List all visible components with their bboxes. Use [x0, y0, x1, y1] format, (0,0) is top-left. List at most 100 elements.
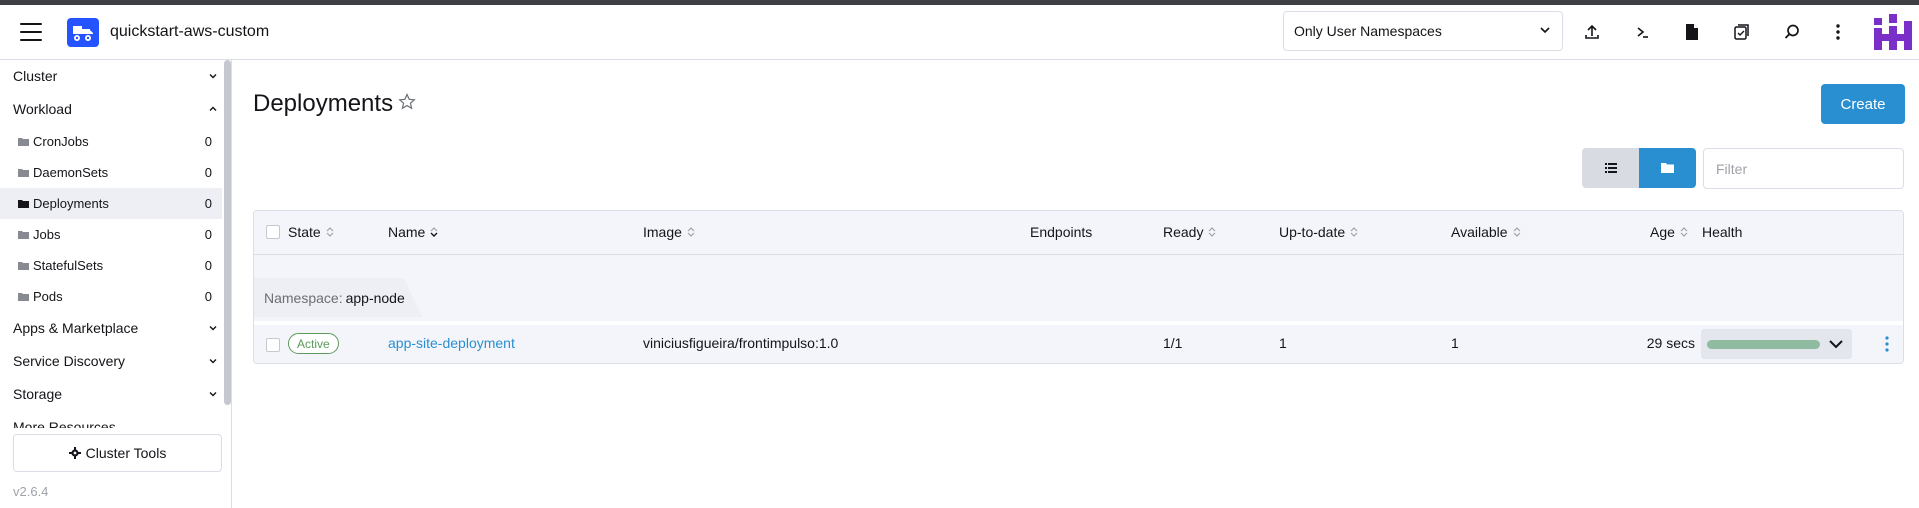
- sidebar-item-count: 0: [204, 134, 212, 149]
- deployments-table: State Name Image Endpoints Ready Up-to-d…: [253, 210, 1904, 364]
- search-icon[interactable]: [1780, 20, 1804, 44]
- up-to-date-cell: 1: [1279, 335, 1287, 351]
- namespace-filter-select[interactable]: Only User Namespaces: [1283, 11, 1563, 51]
- image-cell: viniciusfigueira/frontimpulso:1.0: [643, 335, 839, 351]
- namespace-filter-value: Only User Namespaces: [1294, 23, 1442, 39]
- column-endpoints: Endpoints: [1030, 224, 1092, 240]
- create-button[interactable]: Create: [1821, 84, 1905, 124]
- nav-group-apps-marketplace[interactable]: Apps & Marketplace: [13, 320, 218, 336]
- nav-group-storage[interactable]: Storage: [13, 386, 218, 402]
- deployment-name-link[interactable]: app-site-deployment: [388, 335, 515, 351]
- star-icon[interactable]: [398, 93, 416, 114]
- cluster-tools-label: Cluster Tools: [85, 445, 167, 461]
- cluster-name: quickstart-aws-custom: [110, 23, 270, 40]
- folder-icon: [18, 230, 29, 239]
- page-title: Deployments: [253, 90, 394, 117]
- menu-icon[interactable]: [20, 23, 42, 41]
- sort-icon: [1513, 227, 1521, 237]
- sort-asc-icon: [430, 227, 438, 237]
- folder-open-icon: [18, 199, 29, 208]
- list-icon: [1604, 160, 1617, 176]
- chevron-down-icon: [1828, 338, 1844, 350]
- sidebar-item-count: 0: [204, 165, 212, 180]
- sidebar-item-deployments[interactable]: Deployments 0: [0, 188, 222, 219]
- nav-group-cluster[interactable]: Cluster: [13, 68, 218, 84]
- sidebar-item-cronjobs[interactable]: CronJobs 0: [0, 126, 222, 157]
- nav-group-service-discovery[interactable]: Service Discovery: [13, 353, 218, 369]
- column-age[interactable]: Age: [1650, 224, 1688, 240]
- column-label: Up-to-date: [1279, 224, 1346, 240]
- column-label: Endpoints: [1030, 224, 1093, 240]
- chevron-down-icon: [208, 320, 218, 336]
- health-bar: [1707, 339, 1820, 349]
- sidebar-item-pods[interactable]: Pods 0: [0, 281, 222, 312]
- sort-icon: [1208, 227, 1216, 237]
- ready-cell: 1/1: [1163, 335, 1183, 351]
- namespace-group-prefix: Namespace:: [264, 289, 343, 306]
- column-health: Health: [1702, 224, 1742, 240]
- row-actions-menu-icon[interactable]: [1877, 331, 1897, 357]
- nav-group-label: Cluster: [13, 68, 58, 84]
- column-available[interactable]: Available: [1451, 224, 1521, 240]
- column-name[interactable]: Name: [388, 224, 438, 240]
- chevron-down-icon: [1538, 23, 1552, 40]
- column-label: Ready: [1163, 224, 1204, 240]
- cluster-tools-button[interactable]: Cluster Tools: [13, 434, 222, 472]
- nav-group-more-resources[interactable]: More Resources: [13, 420, 116, 428]
- kubeconfig-file-icon[interactable]: [1680, 20, 1704, 44]
- column-label: Image: [643, 224, 682, 240]
- namespace-group-name: app-node: [345, 289, 405, 306]
- column-up-to-date[interactable]: Up-to-date: [1279, 224, 1358, 240]
- column-image[interactable]: Image: [643, 224, 695, 240]
- cluster-logo-icon: [67, 18, 99, 47]
- nav-group-workload[interactable]: Workload: [13, 101, 218, 117]
- sidebar-item-statefulsets[interactable]: StatefulSets 0: [0, 250, 222, 281]
- sidebar-item-label: DaemonSets: [33, 165, 109, 180]
- sidebar-item-label: Jobs: [33, 227, 61, 242]
- sidebar-item-label: Pods: [33, 289, 63, 304]
- nav-group-label: Storage: [13, 386, 63, 402]
- chevron-up-icon: [208, 101, 218, 117]
- filter-input[interactable]: [1703, 148, 1904, 189]
- sidebar-item-count: 0: [204, 258, 212, 273]
- sidebar-item-daemonsets[interactable]: DaemonSets 0: [0, 157, 222, 188]
- gear-icon: [68, 447, 81, 459]
- group-by-namespace-button[interactable]: [1639, 148, 1696, 188]
- row-checkbox[interactable]: [266, 338, 280, 352]
- kubectl-shell-icon[interactable]: [1631, 20, 1655, 44]
- copy-kubeconfig-icon[interactable]: [1730, 20, 1754, 44]
- available-cell: 1: [1451, 335, 1459, 351]
- column-label: Available: [1451, 224, 1508, 240]
- upload-icon[interactable]: [1580, 20, 1604, 44]
- column-state[interactable]: State: [288, 224, 334, 240]
- flat-list-view-button[interactable]: [1582, 148, 1639, 188]
- namespace-group-tab: Namespace: app-node: [254, 278, 422, 317]
- nav-group-label: Service Discovery: [13, 353, 126, 369]
- folder-icon: [18, 168, 29, 177]
- more-options-icon[interactable]: [1826, 20, 1850, 44]
- sort-icon: [326, 227, 334, 237]
- column-label: Health: [1702, 224, 1743, 240]
- chevron-down-icon: [208, 386, 218, 402]
- sort-icon: [1680, 227, 1688, 237]
- health-dropdown[interactable]: [1701, 329, 1852, 359]
- sidebar-item-label: CronJobs: [33, 134, 89, 149]
- folder-icon: [18, 261, 29, 270]
- table-header: State Name Image Endpoints Ready Up-to-d…: [254, 211, 1903, 255]
- sidebar-item-jobs[interactable]: Jobs 0: [0, 219, 222, 250]
- sidebar-item-label: Deployments: [33, 196, 109, 211]
- sidebar-item-count: 0: [204, 289, 212, 304]
- sidebar-scrollbar[interactable]: [224, 60, 231, 405]
- view-toggle: [1582, 148, 1696, 188]
- folder-icon: [1661, 160, 1674, 176]
- age-cell: 29 secs: [1646, 335, 1695, 351]
- status-badge: Active: [288, 333, 339, 354]
- sidebar-item-label: StatefulSets: [33, 258, 104, 273]
- header: quickstart-aws-custom Only User Namespac…: [0, 5, 1919, 60]
- brand-logo-icon[interactable]: [1874, 14, 1912, 50]
- column-ready[interactable]: Ready: [1163, 224, 1216, 240]
- table-row: Active app-site-deployment viniciusfigue…: [254, 321, 1903, 363]
- select-all-checkbox[interactable]: [266, 225, 280, 239]
- sidebar-item-count: 0: [204, 196, 212, 211]
- column-label: Age: [1650, 224, 1675, 240]
